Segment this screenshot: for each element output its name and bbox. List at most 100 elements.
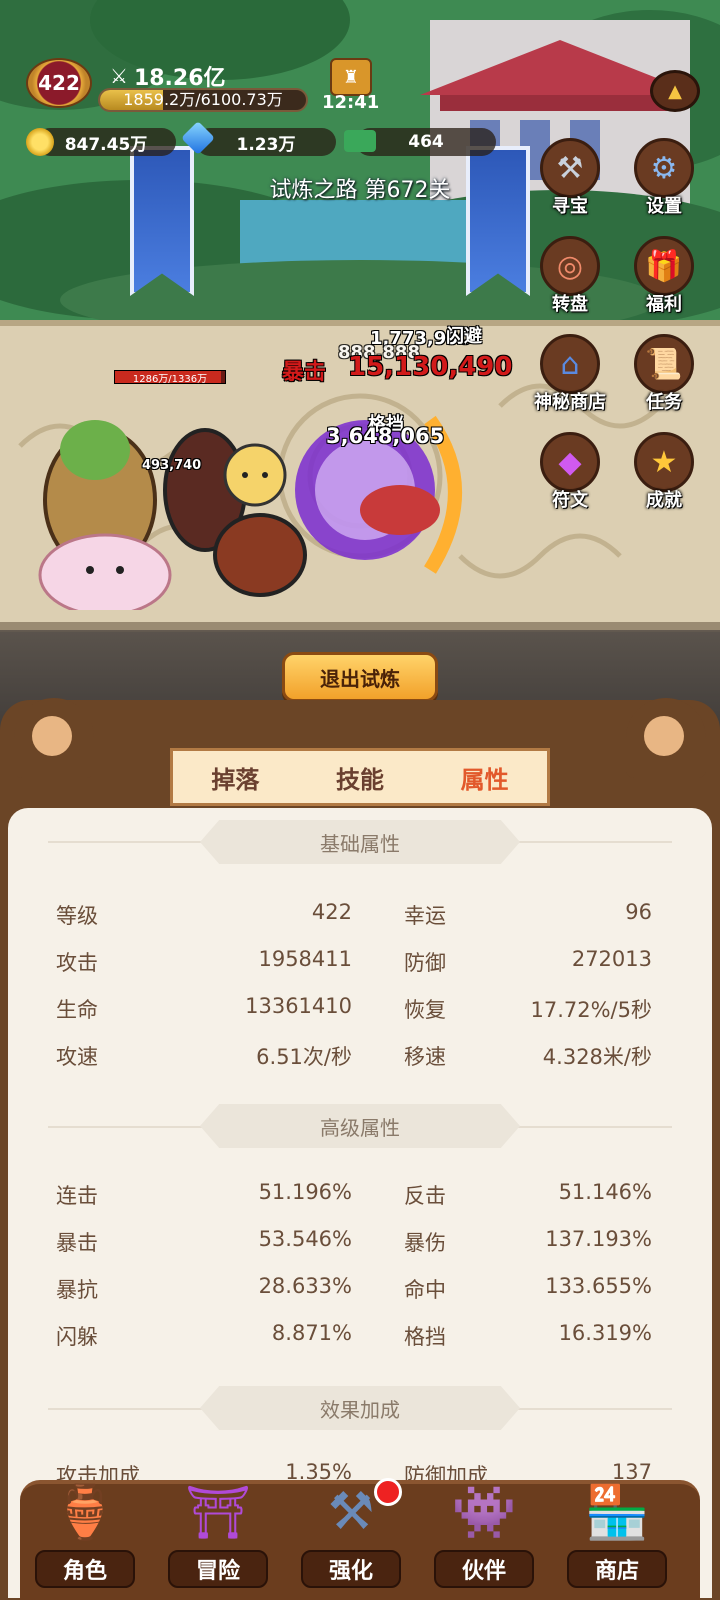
side-button-label: 成就 <box>646 490 682 511</box>
panel-ear-left <box>14 698 94 778</box>
battle-scene: 1286万/1336万 1,773,990 888,888 闪避 暴击 15,1… <box>0 0 720 760</box>
gold-coin-icon <box>26 128 54 156</box>
attribute-row: 防御 272013 <box>404 947 652 977</box>
side-button[interactable]: ◎ 转盘 <box>530 236 610 326</box>
gold-counter[interactable]: 847.45万 <box>36 128 176 156</box>
dodge-label: 闪避 <box>446 326 482 347</box>
attr-value: 8.871% <box>271 1321 352 1345</box>
side-button-label: 寻宝 <box>552 196 588 217</box>
attr-label: 暴击 <box>56 1231 98 1255</box>
gift-icon: 🎁 <box>634 236 694 296</box>
nav-button[interactable]: ⚒ 强化 <box>296 1450 406 1600</box>
level-text: 422 <box>38 71 80 95</box>
exit-trial-button[interactable]: 退出试炼 <box>282 652 438 702</box>
timer: 12:41 <box>322 92 380 113</box>
section-basic-title: 基础属性 <box>200 820 520 864</box>
side-button[interactable]: ⚒ 寻宝 <box>530 138 610 228</box>
left-banner <box>130 146 194 296</box>
attr-label: 防御 <box>404 951 446 975</box>
side-button[interactable]: 📜 任务 <box>624 334 704 424</box>
side-button[interactable]: 🎁 福利 <box>624 236 704 326</box>
block-damage: 3,648,065 <box>326 424 445 448</box>
attr-value: 133.655% <box>545 1274 652 1298</box>
nav-label: 强化 <box>301 1550 401 1588</box>
enemy-hp-text: 1286万/1336万 <box>132 374 208 385</box>
attr-label: 闪躲 <box>56 1325 98 1349</box>
attr-value: 137.193% <box>545 1227 652 1251</box>
right-banner <box>466 146 530 296</box>
gem-counter[interactable]: 1.23万 <box>196 128 336 156</box>
attr-value: 16.319% <box>558 1321 652 1345</box>
jungle-background <box>0 0 720 330</box>
collapse-button[interactable]: ▲ <box>650 70 700 112</box>
star-icon: ★ <box>634 432 694 492</box>
side-button-label: 符文 <box>552 490 588 511</box>
crit-label: 暴击 <box>282 360 327 385</box>
attribute-row: 恢复 17.72%/5秒 <box>404 994 652 1024</box>
attr-value: 4.328米/秒 <box>542 1045 652 1069</box>
hero-party <box>38 420 307 610</box>
attr-label: 生命 <box>56 998 98 1022</box>
side-button[interactable]: ⚙ 设置 <box>624 138 704 228</box>
crit-damage: 15,130,490 <box>348 352 513 382</box>
notification-dot <box>374 1478 402 1506</box>
gem-value: 1.23万 <box>236 134 296 155</box>
attr-label: 反击 <box>404 1184 446 1208</box>
attribute-row: 反击 51.146% <box>404 1180 652 1210</box>
section-bonus-title: 效果加成 <box>200 1386 520 1430</box>
tab-attributes[interactable]: 属性 <box>461 760 509 795</box>
xp-text: 1859.2万/6100.73万 <box>123 90 283 109</box>
attr-value: 1958411 <box>258 947 352 971</box>
section-advanced-title: 高级属性 <box>200 1104 520 1148</box>
attr-label: 幸运 <box>404 904 446 928</box>
side-button[interactable]: ⌂ 神秘商店 <box>530 334 610 424</box>
attr-value: 51.146% <box>558 1180 652 1204</box>
portal-icon: ⛩ <box>184 1482 251 1543</box>
nav-button[interactable]: 🏪 商店 <box>562 1450 672 1600</box>
swords-icon: ⚔ <box>110 64 128 88</box>
attr-label: 移速 <box>404 1045 446 1069</box>
attribute-row: 攻速 6.51次/秒 <box>56 1041 352 1071</box>
enemy-hp-bar: 1286万/1336万 <box>114 370 226 385</box>
attribute-row: 暴抗 28.633% <box>56 1274 352 1304</box>
cash-value: 464 <box>408 132 444 152</box>
wheel-icon: ◎ <box>540 236 600 296</box>
attribute-row: 闪躲 8.871% <box>56 1321 352 1351</box>
panel-tabs: 掉落 技能 属性 <box>170 748 550 806</box>
tab-drops[interactable]: 掉落 <box>211 760 259 795</box>
partner-icon: 👾 <box>451 1482 517 1543</box>
attr-value: 422 <box>311 900 352 924</box>
player-level-badge[interactable]: 422 <box>26 58 92 108</box>
nav-button[interactable]: 🏺 角色 <box>30 1450 140 1600</box>
hammer-icon: ⚒ <box>540 138 600 198</box>
attr-label: 攻击 <box>56 951 98 975</box>
attr-label: 攻速 <box>56 1045 98 1069</box>
nav-label: 角色 <box>35 1550 135 1588</box>
nav-button[interactable]: 👾 伙伴 <box>429 1450 539 1600</box>
attr-label: 暴抗 <box>56 1278 98 1302</box>
nav-button[interactable]: ⛩ 冒险 <box>163 1450 273 1600</box>
caret-up-icon: ▲ <box>668 80 682 102</box>
store-icon: 🏪 <box>584 1482 650 1543</box>
nav-label: 冒险 <box>168 1550 268 1588</box>
tab-skills[interactable]: 技能 <box>336 760 384 795</box>
attr-value: 51.196% <box>258 1180 352 1204</box>
attribute-row: 生命 13361410 <box>56 994 352 1024</box>
side-button-label: 任务 <box>646 392 682 413</box>
guild-icon[interactable]: ♜ <box>330 58 372 96</box>
cash-counter[interactable]: 464 <box>356 128 496 156</box>
attr-value: 6.51次/秒 <box>256 1045 352 1069</box>
attr-label: 等级 <box>56 904 98 928</box>
attr-value: 28.633% <box>258 1274 352 1298</box>
scroll-icon: 📜 <box>634 334 694 394</box>
stage-title: 试炼之路 第672关 <box>269 178 451 203</box>
attribute-row: 攻击 1958411 <box>56 947 352 977</box>
shop-icon: ⌂ <box>540 334 600 394</box>
attribute-row: 幸运 96 <box>404 900 652 930</box>
side-button[interactable]: ◆ 符文 <box>530 432 610 522</box>
attr-label: 命中 <box>404 1278 446 1302</box>
attr-label: 恢复 <box>404 998 446 1022</box>
nav-label: 商店 <box>567 1550 667 1588</box>
attribute-row: 等级 422 <box>56 900 352 930</box>
side-button[interactable]: ★ 成就 <box>624 432 704 522</box>
